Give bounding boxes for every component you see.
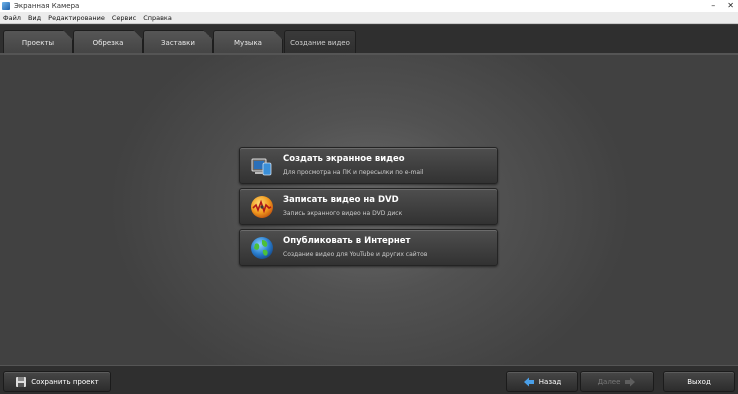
- menu-service[interactable]: Сервис: [112, 12, 136, 24]
- exit-label: Выход: [687, 377, 711, 386]
- tab-projects[interactable]: Проекты: [3, 30, 73, 54]
- option-title: Опубликовать в Интернет: [283, 236, 411, 246]
- next-button[interactable]: Далее: [580, 371, 654, 392]
- tab-label: Обрезка: [92, 38, 124, 47]
- back-button[interactable]: Назад: [506, 371, 578, 392]
- menu-view[interactable]: Вид: [28, 12, 41, 24]
- option-title: Создать экранное видео: [283, 154, 405, 164]
- burn-dvd-button[interactable]: Записать видео на DVD Запись экранного в…: [239, 188, 498, 225]
- create-screen-video-button[interactable]: Создать экранное видео Для просмотра на …: [239, 147, 498, 184]
- tab-label: Создание видео: [290, 38, 350, 47]
- publish-internet-button[interactable]: Опубликовать в Интернет Создание видео д…: [239, 229, 498, 266]
- menu-file[interactable]: Файл: [3, 12, 21, 24]
- screen-video-icon: [251, 158, 272, 176]
- tab-bar: Проекты Обрезка Заставки Музыка Создание…: [0, 25, 738, 55]
- tab-label: Проекты: [21, 38, 55, 47]
- app-logo-icon: [2, 2, 10, 10]
- option-description: Для просмотра на ПК и пересылки по e-mai…: [283, 169, 424, 176]
- option-title: Записать видео на DVD: [283, 195, 399, 205]
- app-window: Экранная Камера – ✕ Файл Вид Редактирова…: [0, 0, 738, 394]
- tab-music[interactable]: Музыка: [213, 30, 283, 54]
- menu-help[interactable]: Справка: [143, 12, 172, 24]
- window-title: Экранная Камера: [14, 2, 80, 10]
- arrow-right-icon: [625, 377, 636, 386]
- bottom-bar: Сохранить проект Назад Далее Выход: [0, 365, 738, 394]
- tab-intros[interactable]: Заставки: [143, 30, 213, 54]
- tab-label: Заставки: [161, 38, 195, 47]
- arrow-left-icon: [523, 377, 534, 386]
- save-project-label: Сохранить проект: [31, 377, 99, 386]
- save-project-button[interactable]: Сохранить проект: [3, 371, 111, 392]
- next-label: Далее: [597, 377, 621, 386]
- option-description: Запись экранного видео на DVD диск: [283, 210, 403, 217]
- title-bar: Экранная Камера – ✕: [0, 0, 738, 12]
- floppy-disk-icon: [16, 376, 27, 387]
- globe-icon: [251, 237, 273, 259]
- menu-edit[interactable]: Редактирование: [48, 12, 105, 24]
- back-label: Назад: [538, 377, 562, 386]
- tab-label: Музыка: [234, 38, 262, 47]
- dvd-disc-icon: [251, 196, 273, 218]
- option-description: Создание видео для YouTube и других сайт…: [283, 251, 428, 258]
- tab-trim[interactable]: Обрезка: [73, 30, 143, 54]
- close-button[interactable]: ✕: [727, 0, 734, 12]
- menu-bar: Файл Вид Редактирование Сервис Справка: [0, 12, 738, 24]
- exit-button[interactable]: Выход: [663, 371, 735, 392]
- tab-create-video[interactable]: Создание видео: [284, 30, 356, 54]
- window-controls: – ✕: [711, 0, 734, 12]
- minimize-button[interactable]: –: [711, 0, 715, 12]
- main-panel: Создать экранное видео Для просмотра на …: [0, 55, 738, 365]
